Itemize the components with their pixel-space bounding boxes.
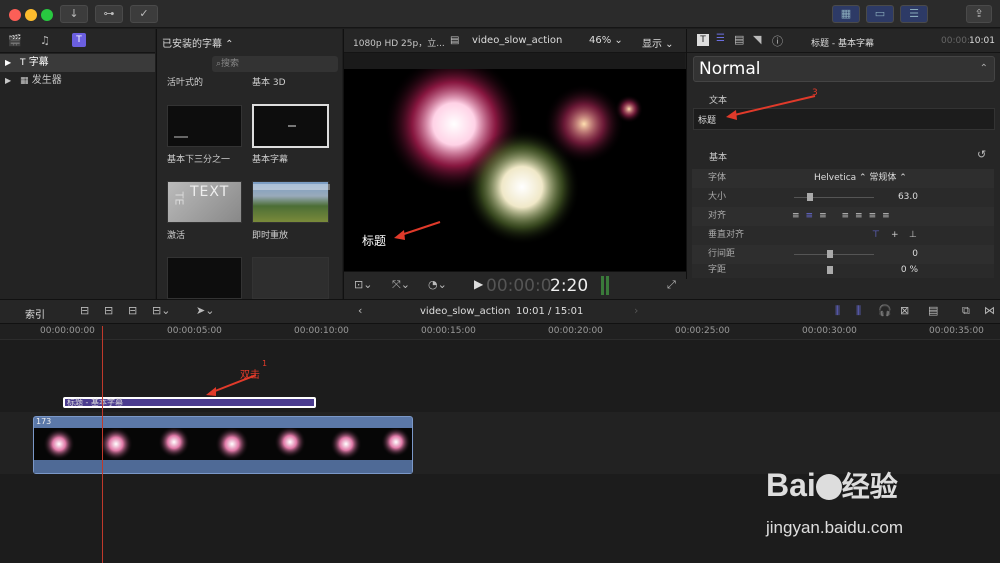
annotation-label: 双击 [240,370,260,381]
annotation-number: 3 [812,88,818,98]
annotation-arrow [729,95,816,117]
annotation-arrowhead [206,387,216,396]
watermark-url: jingyan.baidu.com [766,518,904,537]
annotation-arrowhead [726,110,737,120]
annotation-arrowhead [394,230,405,240]
paw-icon [815,474,842,500]
annotation-number: 1 [262,359,268,368]
watermark-logo: Bai 经验 [766,467,898,503]
